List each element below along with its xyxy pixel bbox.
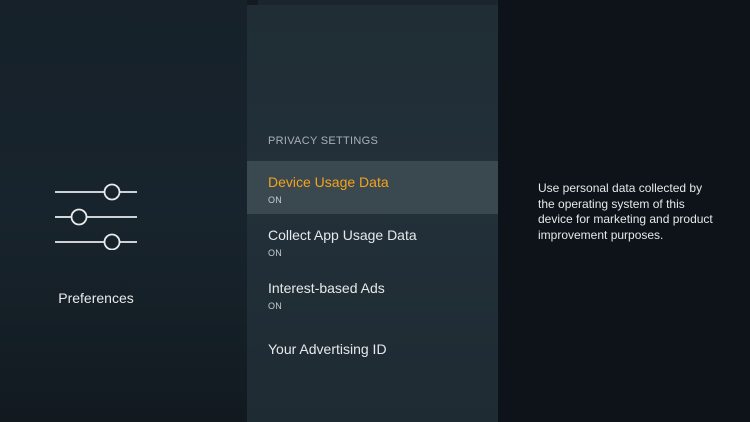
detail-panel: Use personal data collected by the opera… <box>498 0 750 422</box>
category-label: Preferences <box>58 290 134 306</box>
menu-item-your-advertising-id[interactable]: Your Advertising ID <box>247 328 498 381</box>
sliders-icon <box>55 183 137 250</box>
menu-item-title: Device Usage Data <box>268 174 389 190</box>
menu-item-title: Your Advertising ID <box>268 341 387 357</box>
category-panel: Preferences <box>0 0 247 422</box>
settings-menu-panel: PRIVACY SETTINGS Device Usage Data ON Co… <box>247 5 498 422</box>
section-header: PRIVACY SETTINGS <box>268 135 379 147</box>
menu-item-status: ON <box>268 195 283 205</box>
menu-item-title: Interest-based Ads <box>268 280 385 296</box>
menu-item-title: Collect App Usage Data <box>268 227 417 243</box>
menu-item-collect-app-usage-data[interactable]: Collect App Usage Data ON <box>247 214 498 267</box>
setting-description: Use personal data collected by the opera… <box>538 181 713 242</box>
menu-item-interest-based-ads[interactable]: Interest-based Ads ON <box>247 267 498 320</box>
menu-item-status: ON <box>268 248 283 258</box>
menu-item-status: ON <box>268 301 283 311</box>
menu-item-device-usage-data[interactable]: Device Usage Data ON <box>247 161 498 214</box>
